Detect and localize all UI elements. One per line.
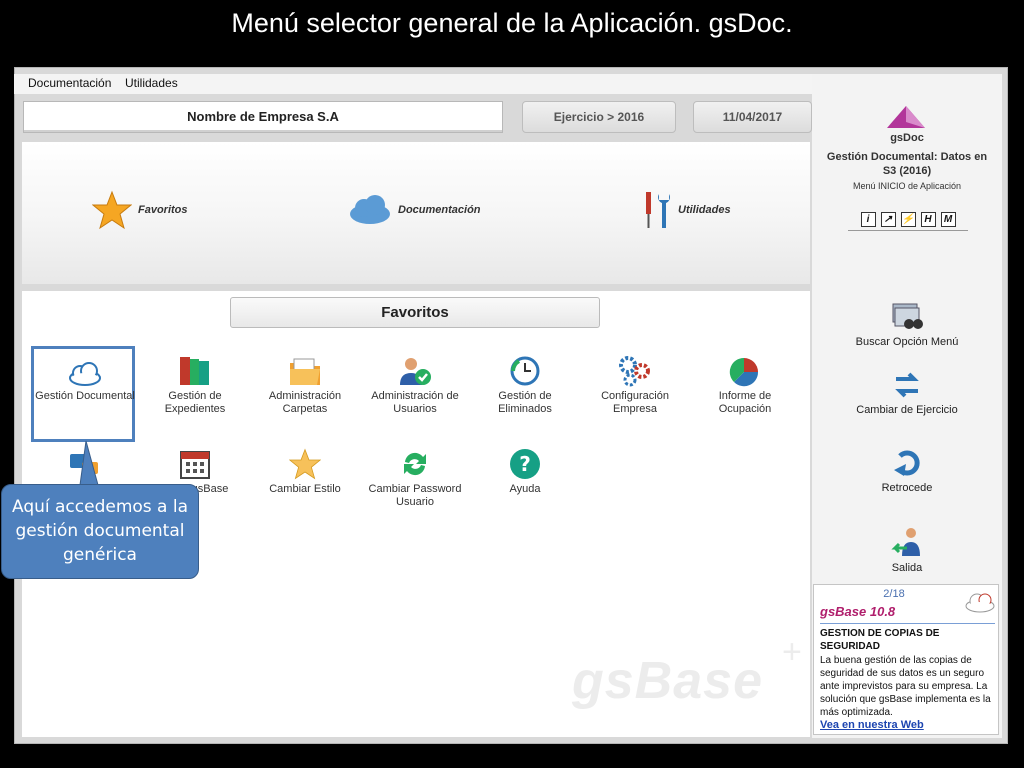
tile-configuracion-empresa[interactable]: Configuración Empresa — [583, 351, 687, 416]
retrocede-button[interactable]: Retrocede — [812, 444, 1002, 494]
tile-label: Administración de Usuarios — [371, 390, 459, 415]
tile-label: Ayuda — [509, 483, 541, 495]
star-icon — [92, 190, 132, 230]
retrocede-label: Retrocede — [881, 482, 933, 494]
h-icon[interactable]: H — [920, 212, 936, 227]
tile-label: Informe de Ocupación — [718, 390, 772, 415]
favorites-title: Favoritos — [230, 297, 600, 328]
hero-favoritos-label: Favoritos — [138, 204, 188, 216]
tile-label: Configuración Empresa — [601, 390, 669, 415]
menu-documentacion[interactable]: Documentación — [28, 76, 111, 90]
folder-icon — [290, 358, 320, 385]
company-name-field[interactable]: Nombre de Empresa S.A — [23, 101, 503, 133]
cursor-icon[interactable]: ↗ — [880, 212, 896, 227]
cloud-icon — [350, 195, 390, 224]
news-body: La buena gestión de las copias de seguri… — [820, 655, 991, 718]
tile-label: Cambiar Estilo — [269, 483, 341, 495]
mini-toolbar: i ↗ ⚡ H M — [848, 212, 968, 231]
pie-chart-icon — [729, 357, 759, 387]
ejercicio-button[interactable]: Ejercicio > 2016 — [522, 101, 676, 133]
tile-label: Cambiar Password Usuario — [368, 483, 462, 508]
cambiar-ejercicio-label: Cambiar de Ejercicio — [856, 404, 958, 416]
flash-icon[interactable]: ⚡ — [900, 212, 916, 227]
binders-icon — [180, 357, 209, 385]
callout-annotation: Aquí accedemos a la gestión documental g… — [1, 484, 199, 579]
gsbase-watermark-plus: + — [782, 633, 802, 671]
gsdoc-logo-icon — [887, 106, 925, 128]
callout-pointer — [79, 441, 99, 486]
app-name: gsDoc — [890, 132, 924, 144]
clock-restore-icon — [510, 356, 540, 386]
gsbase-watermark: gsBase — [572, 652, 763, 710]
hero-documentacion-label: Documentación — [398, 204, 481, 216]
news-link[interactable]: Vea en nuestra Web — [820, 719, 924, 731]
tile-gestion-expedientes[interactable]: Gestión de Expedientes — [143, 351, 247, 416]
tile-label: Gestión de Expedientes — [164, 390, 226, 415]
hero-documentacion[interactable]: Documentación — [348, 190, 481, 230]
tile-ayuda[interactable]: ? Ayuda — [473, 444, 577, 496]
slide-title: Menú selector general de la Aplicación. … — [231, 8, 793, 38]
date-button[interactable]: 11/04/2017 — [693, 101, 812, 133]
tools-icon — [646, 192, 670, 228]
news-panel: 2/18 gsBase 10.8 GESTION DE COPIAS DE SE… — [813, 584, 999, 735]
binoculars-icon — [892, 303, 923, 329]
help-icon: ? — [510, 449, 540, 479]
app-description: Gestión Documental: Datos en S3 (2016) — [826, 151, 988, 177]
salida-button[interactable]: Salida — [812, 524, 1002, 574]
tile-administracion-usuarios[interactable]: Administración de Usuarios — [363, 351, 467, 416]
sidebar: gsDoc Gestión Documental: Datos en S3 (2… — [812, 74, 1002, 738]
salida-label: Salida — [891, 562, 923, 574]
app-subtitle: Menú INICIO de Aplicación — [852, 181, 962, 191]
tile-administracion-carpetas[interactable]: Administración Carpetas — [253, 351, 357, 416]
hero-favoritos[interactable]: Favoritos — [92, 190, 188, 230]
buscar-opcion-button[interactable]: Buscar Opción Menú — [812, 298, 1002, 348]
cloud-icon — [965, 593, 995, 613]
tile-label: Gestión de Eliminados — [498, 390, 552, 415]
gears-icon — [619, 356, 650, 387]
tile-label: Gestión Documental — [35, 390, 135, 402]
news-headline: GESTION DE COPIAS DE SEGURIDAD — [820, 628, 940, 652]
tile-cambiar-estilo[interactable]: Cambiar Estilo — [253, 444, 357, 496]
calendar-icon — [180, 451, 210, 479]
tile-gestion-eliminados[interactable]: Gestión de Eliminados — [473, 351, 577, 416]
swap-arrows-icon — [895, 372, 919, 398]
menu-utilidades[interactable]: Utilidades — [125, 76, 178, 90]
hero-utilidades-label: Utilidades — [678, 204, 731, 216]
star-icon — [289, 448, 321, 480]
news-brand: gsBase 10.8 — [820, 604, 896, 619]
user-check-icon — [400, 358, 431, 385]
tile-label: Administración Carpetas — [268, 390, 342, 415]
tile-informe-ocupacion[interactable]: Informe de Ocupación — [693, 351, 797, 416]
svg-text:?: ? — [519, 452, 531, 476]
tile-cambiar-password[interactable]: Cambiar Password Usuario — [363, 444, 467, 509]
undo-arrow-icon — [894, 450, 920, 476]
news-counter: 2/18 — [883, 588, 905, 600]
buscar-opcion-label: Buscar Opción Menú — [855, 336, 959, 348]
cloud-icon — [69, 362, 101, 386]
tile-gestion-documental[interactable]: Gestión Documental — [33, 351, 137, 403]
exit-user-icon — [891, 528, 920, 556]
refresh-icon — [404, 452, 426, 476]
cambiar-ejercicio-button[interactable]: Cambiar de Ejercicio — [812, 366, 1002, 416]
m-icon[interactable]: M — [940, 212, 956, 227]
menu-bar: Documentación Utilidades — [14, 74, 812, 94]
info-icon[interactable]: i — [860, 212, 876, 227]
hero-utilidades[interactable]: Utilidades — [640, 190, 731, 230]
hero-banner: Favoritos Documentación Utilidades — [22, 142, 810, 284]
news-divider — [820, 623, 995, 624]
